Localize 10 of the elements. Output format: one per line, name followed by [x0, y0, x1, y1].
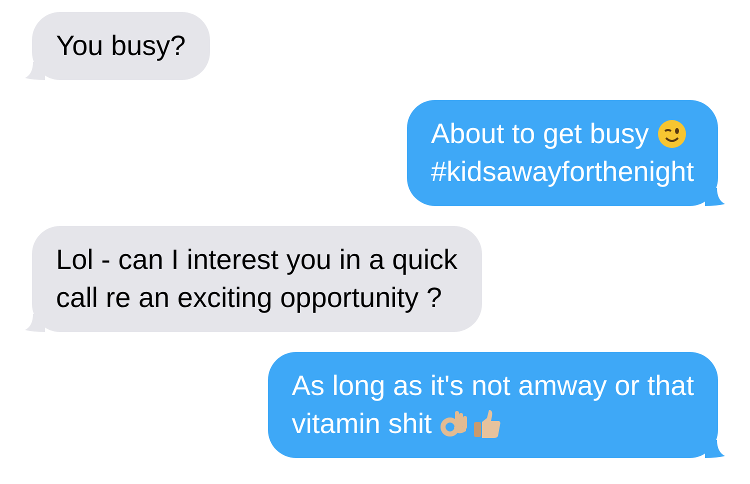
winking-face-icon — [656, 119, 687, 149]
message-line: call re an exciting opportunity ? — [56, 281, 442, 315]
message-line: Lol - can I interest you in a quick — [56, 243, 458, 277]
message-line: As long as it's not amway or that — [292, 369, 694, 403]
message-line: #kidsawayforthenight — [430, 155, 694, 189]
message-line: You busy? — [56, 29, 186, 63]
message-line: vitamin shit — [292, 407, 432, 441]
thumbs-up-icon — [472, 409, 502, 439]
message-line: About to get busy — [430, 117, 649, 151]
ok-hand-icon — [440, 409, 468, 439]
